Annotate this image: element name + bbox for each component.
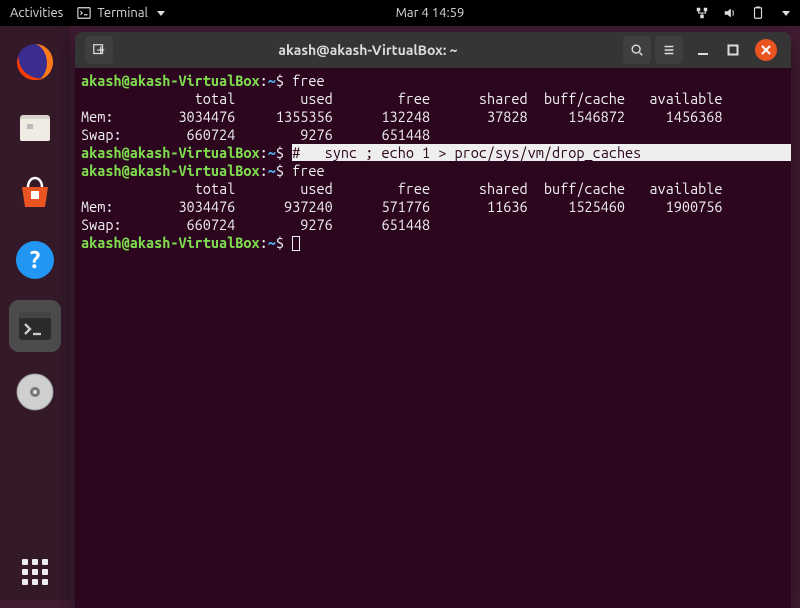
- dock: ?: [0, 26, 70, 600]
- prompt-sep: :: [260, 144, 268, 161]
- terminal-app-menu[interactable]: Terminal: [77, 6, 165, 20]
- free-swap-2: Swap: 660724 9276 651448: [81, 216, 430, 233]
- terminal-icon: [77, 6, 91, 20]
- minimize-icon: [696, 43, 710, 57]
- close-button[interactable]: [755, 39, 777, 61]
- dock-terminal[interactable]: [9, 300, 61, 352]
- hamburger-icon: [662, 43, 676, 57]
- cmd-free-2: free: [292, 162, 324, 179]
- dock-disc[interactable]: [9, 366, 61, 418]
- show-applications-button[interactable]: [22, 559, 48, 585]
- search-button[interactable]: [623, 36, 651, 64]
- search-icon: [630, 43, 644, 57]
- prompt-path: ~: [268, 144, 276, 161]
- volume-icon: [723, 6, 737, 20]
- free-mem-2: Mem: 3034476 937240 571776 11636 1525460…: [81, 198, 722, 215]
- prompt-user: akash@akash-VirtualBox: [81, 162, 260, 179]
- minimize-button[interactable]: [695, 42, 711, 58]
- chevron-down-icon: [782, 11, 790, 16]
- prompt-sigil: $: [276, 72, 284, 89]
- dock-software[interactable]: [9, 168, 61, 220]
- free-mem-1: Mem: 3034476 1355356 132248 37828 154687…: [81, 108, 722, 125]
- prompt-sep: :: [260, 234, 268, 251]
- dock-files[interactable]: [9, 102, 61, 154]
- window-title: akash@akash-VirtualBox: ~: [115, 42, 621, 58]
- dock-help[interactable]: ?: [9, 234, 61, 286]
- clock[interactable]: Mar 4 14:59: [396, 6, 465, 20]
- terminal-window: akash@akash-VirtualBox: ~ akash@akash-Vi…: [75, 32, 791, 608]
- free-header-2: total used free shared buff/cache availa…: [81, 180, 722, 197]
- free-header-1: total used free shared buff/cache availa…: [81, 90, 722, 107]
- prompt-path: ~: [268, 72, 276, 89]
- prompt-sigil: $: [276, 162, 284, 179]
- prompt-sep: :: [260, 72, 268, 89]
- system-status-area[interactable]: [695, 6, 790, 20]
- desktop-top-panel: Activities Terminal Mar 4 14:59: [0, 0, 800, 26]
- free-swap-1: Swap: 660724 9276 651448: [81, 126, 430, 143]
- prompt-sep: :: [260, 162, 268, 179]
- svg-text:?: ?: [30, 246, 41, 273]
- cursor: [292, 236, 300, 251]
- files-icon: [15, 108, 55, 148]
- chevron-down-icon: [157, 11, 165, 16]
- disc-icon: [14, 371, 56, 413]
- prompt-sigil: $: [276, 144, 284, 161]
- new-tab-button[interactable]: [85, 36, 113, 64]
- network-icon: [695, 6, 709, 20]
- software-icon: [14, 173, 56, 215]
- terminal-icon: [15, 306, 55, 346]
- maximize-button[interactable]: [725, 42, 741, 58]
- dock-firefox[interactable]: [9, 36, 61, 88]
- prompt-user: akash@akash-VirtualBox: [81, 144, 260, 161]
- activities-button[interactable]: Activities: [10, 6, 63, 20]
- terminal-app-menu-label: Terminal: [97, 6, 148, 20]
- maximize-icon: [726, 43, 740, 57]
- hamburger-menu-button[interactable]: [655, 36, 683, 64]
- help-icon: ?: [14, 239, 56, 281]
- new-tab-icon: [92, 43, 106, 57]
- firefox-icon: [14, 41, 56, 83]
- prompt-sigil: $: [276, 234, 284, 251]
- close-icon: [761, 45, 771, 55]
- titlebar[interactable]: akash@akash-VirtualBox: ~: [75, 32, 791, 68]
- terminal-body[interactable]: akash@akash-VirtualBox:~$ free total use…: [75, 68, 791, 608]
- cmd-free-1: free: [292, 72, 324, 89]
- battery-icon: [751, 6, 765, 20]
- cmd-drop-caches: # sync ; echo 1 > proc/sys/vm/drop_cache…: [292, 144, 791, 161]
- prompt-user: akash@akash-VirtualBox: [81, 234, 260, 251]
- prompt-path: ~: [268, 234, 276, 251]
- prompt-user: akash@akash-VirtualBox: [81, 72, 260, 89]
- prompt-path: ~: [268, 162, 276, 179]
